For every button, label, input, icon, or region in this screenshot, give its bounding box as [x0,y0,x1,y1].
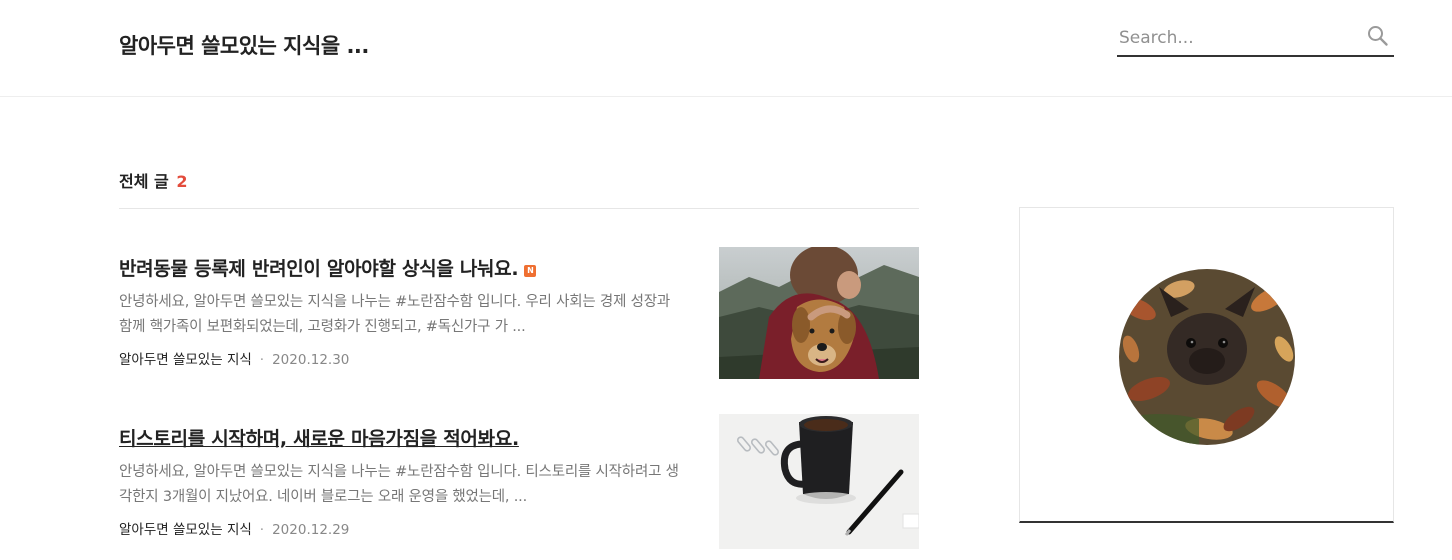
search-input[interactable] [1119,25,1359,51]
thumbnail-mug-and-pen [719,414,919,549]
post-date: 2020.12.30 [272,352,350,368]
post-item[interactable]: 반려동물 등록제 반려인이 알아야할 상식을 나눠요. N 안녕하세요, 알아두면… [119,244,919,379]
list-heading: 전체 글 2 [119,168,187,192]
post-title-text: 반려동물 등록제 반려인이 알아야할 상식을 나눠요. [119,258,519,280]
list-divider [119,208,919,209]
post-category[interactable]: 알아두면 쓸모있는 지식 [119,352,252,368]
post-thumbnail[interactable] [719,414,919,549]
post-title[interactable]: 티스토리를 시작하며, 새로운 마음가짐을 적어봐요. [119,424,519,451]
post-category[interactable]: 알아두면 쓸모있는 지식 [119,522,252,538]
thumbnail-man-hugging-dog [719,247,919,379]
meta-separator: · [259,522,265,538]
list-heading-label: 전체 글 [119,172,169,191]
search-icon[interactable] [1366,24,1390,48]
post-meta: 알아두면 쓸모있는 지식 · 2020.12.29 [119,518,349,538]
post-thumbnail[interactable] [719,247,919,379]
search-box [1117,20,1394,57]
post-date: 2020.12.29 [272,522,350,538]
site-title[interactable]: 알아두면 쓸모있는 지식을 ... [119,30,369,60]
post-item[interactable]: 티스토리를 시작하며, 새로운 마음가짐을 적어봐요. 안녕하세요, 알아두면 … [119,414,919,549]
avatar-bulldog-in-leaves [1119,269,1295,445]
meta-separator: · [259,352,265,368]
post-title[interactable]: 반려동물 등록제 반려인이 알아야할 상식을 나눠요. N [119,254,537,281]
post-meta: 알아두면 쓸모있는 지식 · 2020.12.30 [119,348,349,368]
profile-avatar[interactable] [1119,269,1295,445]
profile-widget [1019,207,1394,523]
post-summary[interactable]: 안녕하세요, 알아두면 쓸모있는 지식을 나누는 #노란잠수함 입니다. 우리 … [119,290,679,340]
new-badge: N [524,265,537,277]
site-header: 알아두면 쓸모있는 지식을 ... [0,0,1452,97]
post-count: 2 [176,172,188,191]
post-summary[interactable]: 안녕하세요, 알아두면 쓸모있는 지식을 나누는 #노란잠수함 입니다. 티스토… [119,460,679,510]
